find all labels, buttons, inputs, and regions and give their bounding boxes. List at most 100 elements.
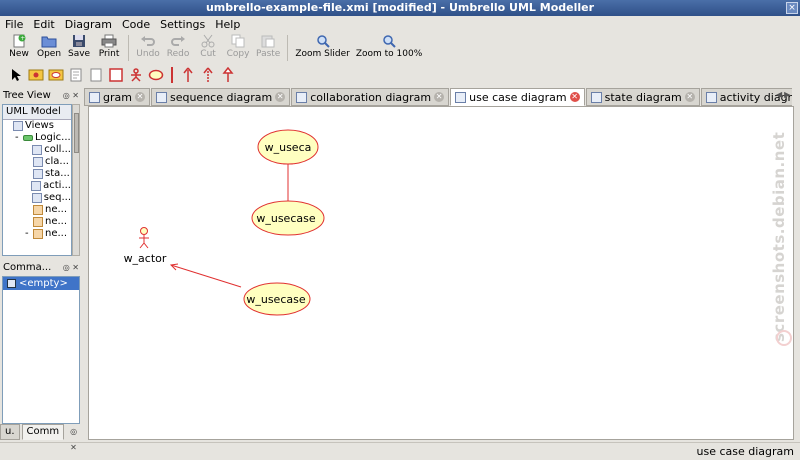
tree-item[interactable]: seq... (3, 192, 71, 204)
box-tool-icon[interactable] (108, 67, 124, 83)
dock-float-close-icon[interactable]: ◎ ✕ (63, 91, 79, 100)
cut-button[interactable]: Cut (193, 32, 223, 64)
undo-button[interactable]: Undo (133, 32, 163, 64)
zoom-slider-button[interactable]: Zoom Slider (292, 32, 352, 64)
usecase-oval-icon[interactable] (148, 67, 164, 83)
usecase-bottom[interactable]: w_usecase (243, 282, 311, 316)
actor-tool-icon[interactable] (28, 67, 44, 83)
copy-button[interactable]: Copy (223, 32, 253, 64)
dock-tab-other[interactable]: u. (0, 424, 20, 440)
use-case-diagram: w_useca w_usecase w_usecase w_actor (124, 129, 325, 316)
paste-icon (260, 34, 276, 48)
association-arrow-icon[interactable] (180, 67, 196, 83)
tab-close-icon[interactable]: ✕ (569, 92, 580, 102)
tab-collaboration-diagram[interactable]: collaboration diagram ✕ (291, 88, 450, 106)
scissors-icon (200, 34, 216, 48)
tree-item[interactable]: Views (3, 120, 71, 132)
save-disk-icon (7, 279, 16, 288)
zoom-icon (315, 34, 331, 48)
note-tool-icon[interactable] (68, 67, 84, 83)
package-icon (23, 135, 33, 141)
diagram-tab-bar: gram ✕ sequence diagram ✕ collaboration … (84, 88, 792, 106)
diagram-icon (32, 145, 43, 155)
association-line[interactable] (170, 264, 242, 288)
tab-close-icon[interactable]: ✕ (434, 92, 445, 102)
zoom-original-icon (381, 34, 397, 48)
tree-item-label: sta... (45, 168, 70, 179)
tree-view[interactable]: UML Model Views - Logic... coll... cla... sta… (2, 104, 72, 256)
separator-line-icon (168, 67, 176, 83)
tree-item-label: acti... (43, 180, 71, 191)
menu-edit[interactable]: Edit (33, 18, 54, 31)
printer-icon (101, 34, 117, 48)
usecase-tool-icon[interactable] (48, 67, 64, 83)
tab-close-icon[interactable]: ✕ (684, 92, 695, 102)
toolbar-separator (128, 35, 130, 61)
diagram-toolbar (0, 64, 800, 86)
tree-expander[interactable]: - (15, 132, 23, 144)
tree-item-label: ne... (45, 216, 68, 227)
tree-view-column-header[interactable]: UML Model (3, 105, 71, 120)
tree-item[interactable]: cla... (3, 156, 71, 168)
tree-item[interactable]: acti... (3, 180, 71, 192)
dock-float-close-icon[interactable]: ◎ ✕ (66, 424, 82, 452)
tree-item-label: ne... (45, 204, 68, 215)
dependency-arrow-icon[interactable] (200, 67, 216, 83)
dock-tab-command-history[interactable]: Comm (21, 424, 65, 440)
anchor-tool-icon[interactable] (88, 67, 104, 83)
menu-code[interactable]: Code (122, 18, 150, 31)
tree-item[interactable]: coll... (3, 144, 71, 156)
tab-scroll-arrows[interactable]: ◀ ▶ (776, 90, 798, 104)
command-history-dock-header: Comma... ◎ ✕ (0, 260, 82, 274)
close-window-icon[interactable]: × (786, 2, 798, 14)
usecase-top[interactable]: w_useca (257, 129, 319, 165)
tree-item-label: Logic... (35, 132, 71, 143)
menu-bar: File Edit Diagram Code Settings Help (0, 16, 800, 32)
chevron-right-icon[interactable]: ▶ (784, 90, 790, 104)
save-button[interactable]: Save (64, 32, 94, 64)
zoom-100-button[interactable]: Zoom to 100% (353, 32, 425, 64)
tab-use-case-diagram[interactable]: use case diagram ✕ (450, 88, 585, 106)
tab-other-diagram[interactable]: gram ✕ (84, 88, 150, 106)
state-diagram-icon (590, 91, 602, 103)
tree-expander[interactable]: - (25, 228, 33, 240)
tree-item[interactable]: ne... (3, 216, 71, 228)
command-history-title: Comma... (3, 261, 52, 273)
usecase-mid[interactable]: w_usecase (251, 200, 325, 236)
tab-sequence-diagram[interactable]: sequence diagram ✕ (150, 88, 291, 106)
new-button[interactable]: + New (4, 32, 34, 64)
paste-button[interactable]: Paste (253, 32, 283, 64)
diagram-icon (33, 229, 43, 239)
redo-icon (170, 34, 186, 48)
activity-diagram-icon (705, 91, 717, 103)
menu-diagram[interactable]: Diagram (65, 18, 112, 31)
tree-view-scrollbar[interactable] (72, 104, 80, 256)
list-item[interactable]: <empty> (3, 277, 79, 290)
menu-help[interactable]: Help (215, 18, 240, 31)
menu-settings[interactable]: Settings (160, 18, 205, 31)
chevron-left-icon[interactable]: ◀ (776, 90, 782, 104)
tree-item[interactable]: ne... (3, 204, 71, 216)
tab-state-diagram[interactable]: state diagram ✕ (585, 88, 700, 106)
dock-float-close-icon[interactable]: ◎ ✕ (63, 263, 79, 272)
command-history-list[interactable]: <empty> (2, 276, 80, 424)
diagram-icon (33, 205, 43, 215)
generalization-arrow-icon[interactable] (220, 67, 236, 83)
tree-item-label: cla... (45, 156, 69, 167)
diagram-canvas[interactable]: w_useca w_usecase w_usecase w_actor (88, 106, 794, 440)
tree-item[interactable]: sta... (3, 168, 71, 180)
stick-actor-icon[interactable] (128, 67, 144, 83)
tab-close-icon[interactable]: ✕ (275, 92, 286, 102)
tree-item-label: Views (25, 120, 54, 131)
select-arrow-icon[interactable] (8, 67, 24, 83)
tree-item[interactable]: - Logic... (3, 132, 71, 144)
watermark-text: screenshots.debian.net (770, 131, 788, 343)
print-button[interactable]: Print (94, 32, 124, 64)
menu-file[interactable]: File (5, 18, 23, 31)
svg-text:+: + (20, 35, 25, 42)
tab-close-icon[interactable]: ✕ (134, 92, 145, 102)
open-button[interactable]: Open (34, 32, 64, 64)
redo-button[interactable]: Redo (163, 32, 193, 64)
actor[interactable]: w_actor (124, 227, 167, 266)
tree-item[interactable]: - ne... (3, 228, 71, 240)
